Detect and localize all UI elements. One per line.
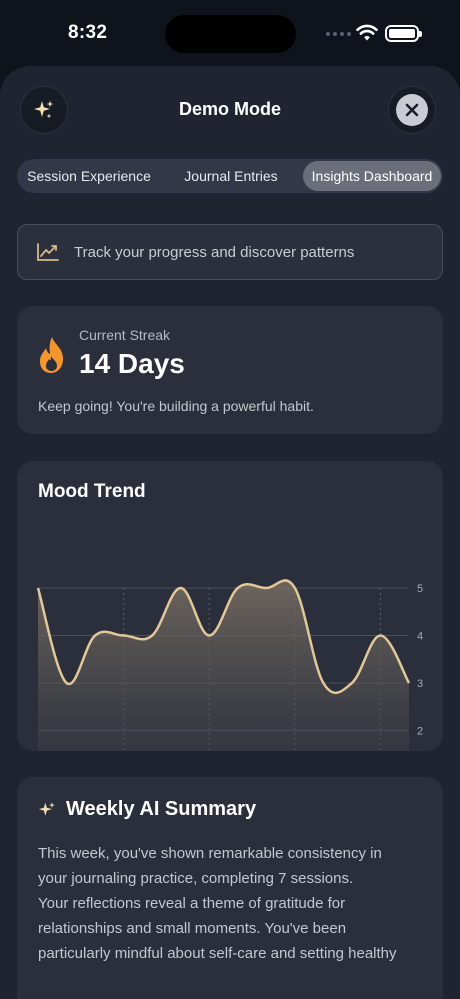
close-button[interactable] bbox=[388, 86, 436, 134]
info-banner: Track your progress and discover pattern… bbox=[17, 224, 443, 280]
summary-line: relationships and small moments. You've … bbox=[38, 920, 347, 937]
summary-line: your journaling practice, completing 7 s… bbox=[38, 870, 354, 887]
tab-insights-dashboard[interactable]: Insights Dashboard bbox=[303, 161, 441, 191]
streak-card: Current Streak 14 Days Keep going! You'r… bbox=[17, 306, 443, 434]
streak-label: Current Streak bbox=[79, 327, 171, 343]
cellular-signal-icon bbox=[326, 32, 351, 36]
mood-trend-chart: 12345Feb 13Feb 16Feb 19Feb 22 bbox=[36, 579, 423, 751]
weekly-summary-card: Weekly AI Summary This week, you've show… bbox=[17, 777, 443, 999]
summary-line: This week, you've shown remarkable consi… bbox=[38, 845, 382, 862]
tab-session-experience[interactable]: Session Experience bbox=[19, 161, 159, 191]
y-tick-label: 3 bbox=[417, 678, 423, 690]
streak-note: Keep going! You're building a powerful h… bbox=[38, 398, 314, 414]
tab-journal-entries[interactable]: Journal Entries bbox=[159, 161, 303, 191]
summary-title: Weekly AI Summary bbox=[66, 798, 257, 820]
summary-line: Your reflections reveal a theme of grati… bbox=[38, 895, 346, 912]
status-bar: 8:32 bbox=[0, 0, 460, 66]
dynamic-island bbox=[165, 15, 296, 53]
y-tick-label: 4 bbox=[417, 631, 423, 643]
sparkles-icon bbox=[38, 801, 55, 816]
streak-value: 14 Days bbox=[79, 348, 185, 379]
y-tick-label: 2 bbox=[417, 726, 423, 738]
battery-icon bbox=[385, 25, 422, 42]
wifi-icon bbox=[356, 24, 378, 41]
close-icon bbox=[405, 103, 419, 117]
trend-chart-icon bbox=[37, 243, 59, 261]
mood-trend-card: Mood Trend 12345Feb 13Feb 16Feb 19Feb 22 bbox=[17, 461, 443, 751]
status-time: 8:32 bbox=[68, 22, 108, 43]
summary-body: This week, you've shown remarkable consi… bbox=[38, 841, 428, 966]
flame-icon bbox=[40, 337, 63, 373]
demo-sheet: Demo Mode Session Experience Journal Ent… bbox=[0, 66, 460, 999]
banner-text: Track your progress and discover pattern… bbox=[74, 243, 355, 261]
summary-line: particularly mindful about self-care and… bbox=[38, 945, 397, 962]
mode-tabs: Session Experience Journal Entries Insig… bbox=[17, 159, 443, 193]
mood-area bbox=[38, 580, 409, 751]
y-tick-label: 5 bbox=[417, 583, 423, 595]
